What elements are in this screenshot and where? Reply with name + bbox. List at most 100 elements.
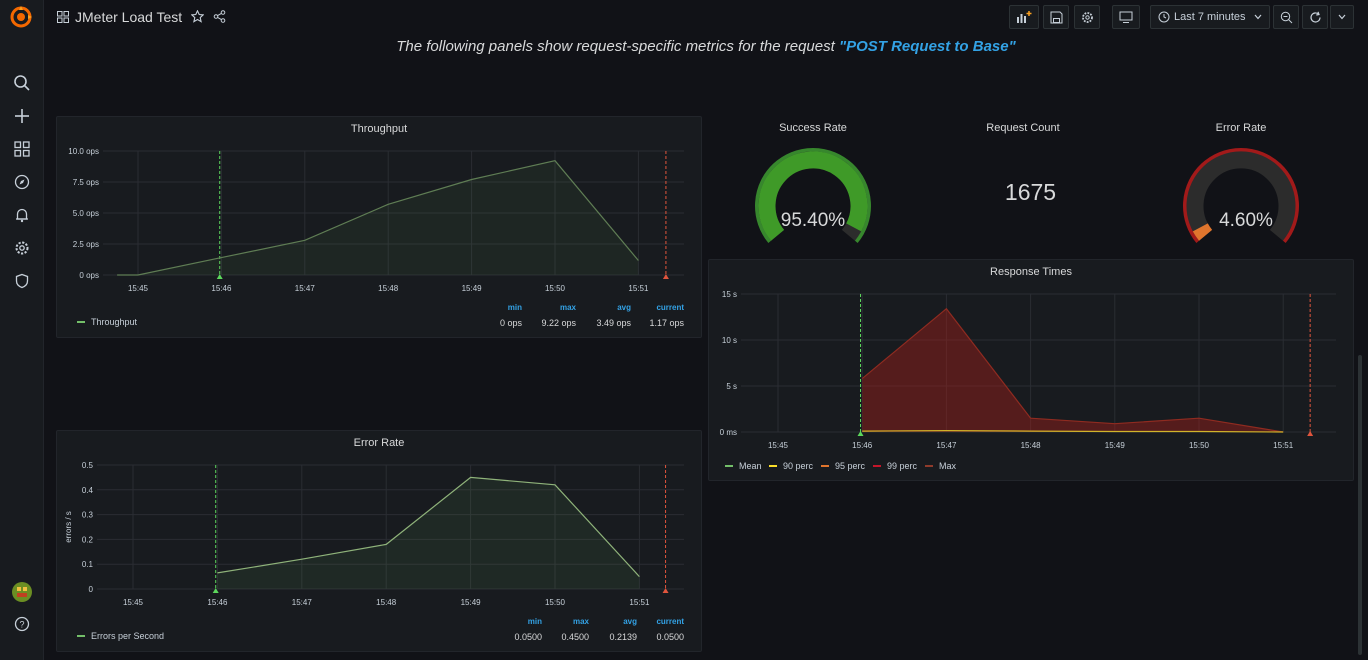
error-rate-stat-panel[interactable]: Error Rate 4.60% [1166,116,1316,246]
success-rate-panel[interactable]: Success Rate 95.40% [738,116,888,246]
legend-item-99-perc[interactable]: 99 perc [873,461,917,471]
series-area-max [862,308,1284,432]
throughput-panel[interactable]: Throughput 0 ops 2.5 ops 5.0 ops 7.5 ops 10.… [56,116,702,338]
legend-header-avg[interactable]: avg [581,303,631,312]
y-tick-label: 0.4 [82,486,94,495]
time-range-label: Last 7 minutes [1174,11,1246,23]
chevron-down-icon [1338,14,1346,20]
legend-value-current: 0.0500 [656,632,684,642]
panel-title[interactable]: Error Rate [1166,122,1316,134]
response-times-panel[interactable]: Response Times 0 ms 5 s 10 s 15 s 15:45 15:46… [708,259,1354,481]
monitor-icon [1119,11,1133,23]
zoom-out-button[interactable] [1273,5,1299,29]
legend-header-max[interactable]: max [526,303,576,312]
legend-item-mean[interactable]: Mean [725,461,762,471]
y-tick-label: 5.0 ops [73,209,99,218]
x-tick-label: 15:47 [295,284,316,293]
y-tick-label: 7.5 ops [73,178,99,187]
x-tick-label: 15:51 [628,284,649,293]
legend-header-avg[interactable]: avg [587,617,637,626]
y-tick-label: 0 ops [79,271,99,280]
x-tick-label: 15:45 [128,284,149,293]
legend-value-avg: 3.49 ops [596,318,631,328]
y-tick-label: 0.3 [82,511,94,520]
y-tick-label: 0.2 [82,535,94,544]
legend-header-current[interactable]: current [634,303,684,312]
x-tick-label: 15:48 [1021,441,1042,450]
response-times-chart[interactable]: 0 ms 5 s 10 s 15 s 15:45 15:46 15:47 15:48 15:49… [709,260,1355,482]
error-rate-panel[interactable]: Error Rate 0 0.1 0.2 0.3 0.4 0.5 15:45 15:46 15:… [56,430,702,652]
save-button[interactable] [1043,5,1069,29]
legend-header-min[interactable]: min [492,617,542,626]
top-bar: JMeter Load Test Last 7 minutes [44,0,1368,34]
legend-item-max[interactable]: Max [925,461,956,471]
dashboard-grid-icon [57,11,69,23]
y-tick-label: 0.1 [82,560,94,569]
legend-header-current[interactable]: current [634,617,684,626]
series-area-errors-per-second [217,477,640,589]
y-tick-label: 15 s [722,290,737,299]
legend-header-max[interactable]: max [539,617,589,626]
request-count-value: 1675 [1004,179,1057,205]
x-tick-label: 15:47 [936,441,957,450]
legend-item-95-perc[interactable]: 95 perc [821,461,865,471]
refresh-interval-dropdown[interactable] [1330,5,1354,29]
help-icon[interactable]: ? [12,614,32,634]
chevron-down-icon [1254,14,1262,20]
tv-mode-button[interactable] [1112,5,1140,29]
legend-header-min[interactable]: min [472,303,522,312]
y-axis-label: errors / s [64,511,73,543]
search-icon[interactable] [12,73,32,93]
legend-item-errors[interactable]: Errors per Second [77,631,164,641]
save-icon [1050,11,1062,23]
series-area-throughput [117,160,639,275]
share-icon[interactable] [213,10,226,23]
legend-item-90-perc[interactable]: 90 perc [769,461,813,471]
request-name-link[interactable]: "POST Request to Base" [839,38,1016,55]
star-icon[interactable] [191,10,204,23]
legend-item-throughput[interactable]: Throughput [77,317,137,327]
add-panel-button[interactable] [1009,5,1039,29]
x-tick-label: 15:48 [376,598,397,607]
time-range-picker[interactable]: Last 7 minutes [1150,5,1270,29]
gear-icon [1081,11,1093,23]
sidebar: ? [0,0,44,660]
error-rate-stat-value: 4.60% [1219,210,1273,231]
refresh-icon [1309,11,1321,23]
y-tick-label: 10.0 ops [68,147,99,156]
settings-button[interactable] [1074,5,1100,29]
success-rate-value: 95.40% [780,210,846,231]
explore-icon[interactable] [12,172,32,192]
x-tick-label: 15:46 [852,441,873,450]
x-tick-label: 15:45 [123,598,144,607]
headline-text: The following panels show request-specif… [396,38,839,55]
legend-value-min: 0 ops [499,318,522,328]
y-tick-label: 2.5 ops [73,240,99,249]
dashboards-icon[interactable] [12,139,32,159]
x-tick-label: 15:47 [292,598,313,607]
x-tick-label: 15:50 [545,284,566,293]
panel-title[interactable]: Request Count [948,122,1098,134]
plus-icon[interactable] [12,106,32,126]
x-tick-label: 15:46 [211,284,232,293]
x-tick-label: 15:51 [629,598,650,607]
y-tick-label: 5 s [726,382,737,391]
x-tick-label: 15:46 [207,598,228,607]
refresh-button[interactable] [1302,5,1328,29]
clock-icon [1158,11,1170,23]
x-tick-label: 15:49 [1105,441,1126,450]
request-count-panel[interactable]: Request Count 1675 [948,116,1098,246]
avatar[interactable] [12,582,32,602]
svg-text:?: ? [19,620,24,630]
grafana-logo-icon[interactable] [8,4,34,30]
y-tick-label: 10 s [722,336,737,345]
page-scrollbar[interactable] [1358,355,1362,655]
alert-icon[interactable] [12,205,32,225]
panel-title[interactable]: Success Rate [738,122,888,134]
x-tick-label: 15:49 [462,284,483,293]
x-tick-label: 15:49 [461,598,482,607]
gear-icon[interactable] [12,238,32,258]
dashboard-title[interactable]: JMeter Load Test [75,9,182,25]
shield-icon[interactable] [12,271,32,291]
y-tick-label: 0 [89,585,94,594]
